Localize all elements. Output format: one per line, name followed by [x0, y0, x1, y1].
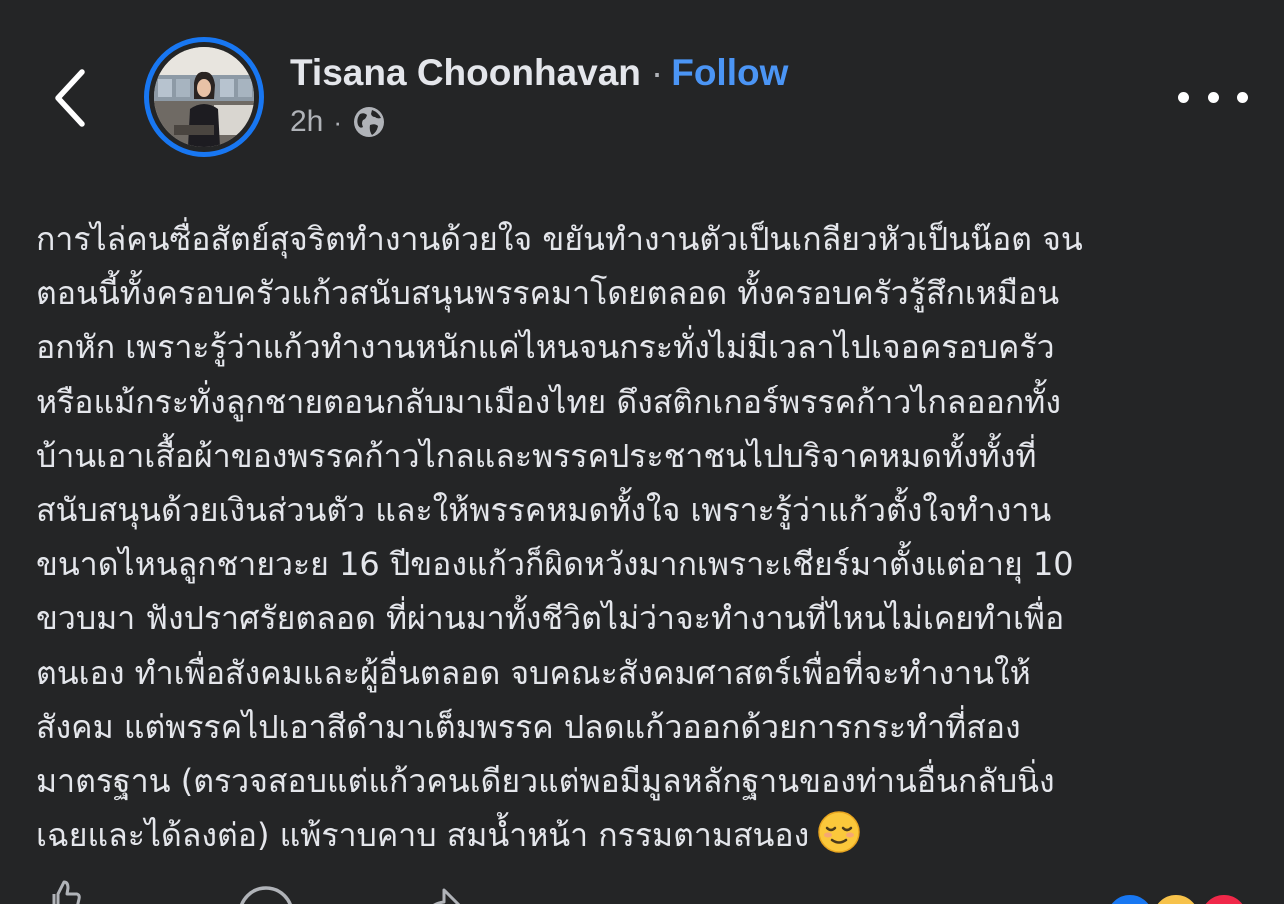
post-header: Tisana Choonhavan · Follow 2h · — [290, 48, 788, 144]
separator-dot: · — [650, 52, 664, 93]
share-icon[interactable] — [420, 886, 466, 904]
action-bar — [0, 878, 1284, 904]
like-reaction-icon[interactable] — [1104, 892, 1156, 904]
relieved-face-emoji — [818, 811, 860, 853]
comment-icon[interactable] — [236, 884, 296, 904]
more-horizontal-icon-dot — [1178, 91, 1189, 103]
post-line-text: เฉยและได้ลงต่อ) แพ้ราบคาบ สมน้ำหน้า กรรม… — [36, 816, 810, 855]
post-line: สังคม แต่พรรคไปเอาสีดำมาเต็มพรรค ปลดแก้ว… — [36, 707, 1021, 746]
care-reaction-icon[interactable] — [1150, 892, 1202, 904]
post-line: สนับสนุนด้วยเงินส่วนตัว และให้พรรคหมดทั้… — [36, 490, 1052, 529]
like-icon[interactable] — [44, 878, 84, 904]
more-horizontal-icon-dot — [1207, 91, 1219, 103]
post-line: ตนเอง ทำเพื่อสังคมและผู้อื่นตลอด จบคณะสั… — [36, 653, 1031, 692]
more-horizontal-icon-dot — [1237, 91, 1248, 103]
post-line: ขวบมา ฟังปราศรัยตลอด ที่ผ่านมาทั้งชีวิตไ… — [36, 599, 1065, 638]
chevron-left-icon — [55, 69, 85, 127]
post-screen: Tisana Choonhavan · Follow 2h · การไล่คนซื… — [0, 0, 1284, 904]
love-reaction-icon[interactable] — [1198, 892, 1250, 904]
author-name[interactable]: Tisana Choonhavan — [290, 52, 641, 93]
back-button[interactable] — [40, 58, 100, 138]
avatar[interactable] — [144, 37, 264, 157]
post-line: หรือแม้กระทั่งลูกชายตอนกลับมาเมืองไทย ดึ… — [36, 382, 1061, 421]
post-line: ขนาดไหนลูกชายวะย 16 ปีของแก้วก็ผิดหวังมา… — [36, 545, 1074, 584]
post-line: การไล่คนซื่อสัตย์สุจริตทำงานด้วยใจ ขยันท… — [36, 220, 1083, 258]
post-text: การไล่คนซื่อสัตย์สุจริตทำงานด้วยใจ ขยันท… — [36, 212, 1251, 862]
follow-button[interactable]: Follow — [671, 52, 788, 93]
post-line: บ้านเอาเสื้อผ้าของพรรคก้าวไกลและพรรคประช… — [36, 436, 1037, 475]
more-options-button[interactable] — [1178, 80, 1248, 114]
globe-icon — [354, 107, 385, 137]
post-line-last: เฉยและได้ลงต่อ) แพ้ราบคาบ สมน้ำหน้า กรรม… — [36, 808, 1251, 862]
post-line: อกหัก เพราะรู้ว่าแก้วทำงานหนักแค่ไหนจนกร… — [36, 328, 1055, 367]
author-line: Tisana Choonhavan · Follow — [290, 48, 788, 98]
timestamp[interactable]: 2h — [290, 105, 323, 139]
profile-photo — [154, 47, 254, 147]
meta-separator: · — [333, 106, 343, 137]
post-line: ตอนนี้ทั้งครอบครัวแก้วสนับสนุนพรรคมาโดยต… — [36, 274, 1060, 313]
post-meta: 2h · — [290, 100, 788, 144]
post-line: มาตรฐาน (ตรวจสอบแต่แก้วคนเดียวแต่พอมีมูล… — [36, 761, 1055, 800]
